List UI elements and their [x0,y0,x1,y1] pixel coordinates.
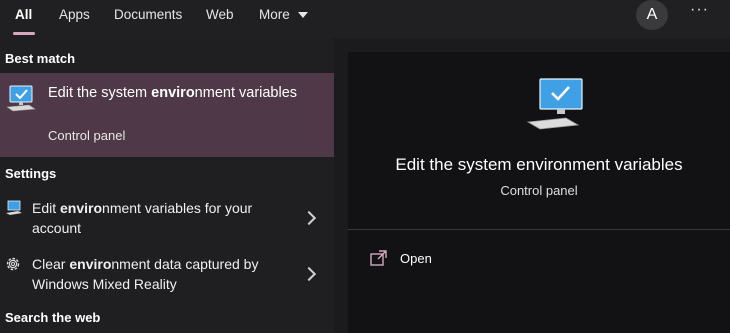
search-tabs-bar: All Apps Documents Web More A ··· [0,0,730,38]
computer-monitor-icon [5,85,37,115]
section-heading-settings: Settings [5,166,57,181]
list-item-edit-env-vars-account[interactable]: Edit environment variables for your acco… [0,198,334,246]
open-external-icon [370,250,388,266]
preview-pane: Edit the system environment variables Co… [348,52,730,333]
preview-title: Edit the system environment variables [395,155,683,174]
computer-monitor-icon [526,78,586,132]
active-tab-indicator [13,32,35,35]
tab-apps[interactable]: Apps [59,7,90,22]
open-label: Open [400,251,432,266]
results-list: Best match Edit the system environment v… [0,38,334,333]
list-item-label: Edit environment variables for your acco… [32,200,253,236]
best-match-title: Edit the system environment variables [48,85,298,101]
tab-documents[interactable]: Documents [114,7,182,22]
preview-subtitle: Control panel [500,183,578,198]
tab-web[interactable]: Web [206,7,234,22]
list-item-clear-env-data[interactable]: Clear environment data captured by Windo… [0,254,334,302]
chevron-down-icon[interactable] [298,12,308,18]
open-action-button[interactable]: Open [368,247,568,271]
account-avatar[interactable]: A [636,0,668,30]
section-heading-search-web: Search the web [5,310,101,325]
chevron-right-icon[interactable] [301,266,317,282]
gear-icon [4,255,22,273]
laptop-icon [5,200,23,216]
more-options-icon[interactable]: ··· [690,1,709,19]
tab-more[interactable]: More [259,7,290,22]
best-match-subtitle: Control panel [48,128,126,143]
list-item-label: Clear environment data captured by Windo… [32,256,259,292]
best-match-result[interactable]: Edit the system environment variables Co… [0,73,334,157]
tab-all[interactable]: All [15,7,32,22]
chevron-right-icon[interactable] [301,210,317,226]
section-heading-best-match: Best match [5,51,76,66]
divider [348,229,730,230]
